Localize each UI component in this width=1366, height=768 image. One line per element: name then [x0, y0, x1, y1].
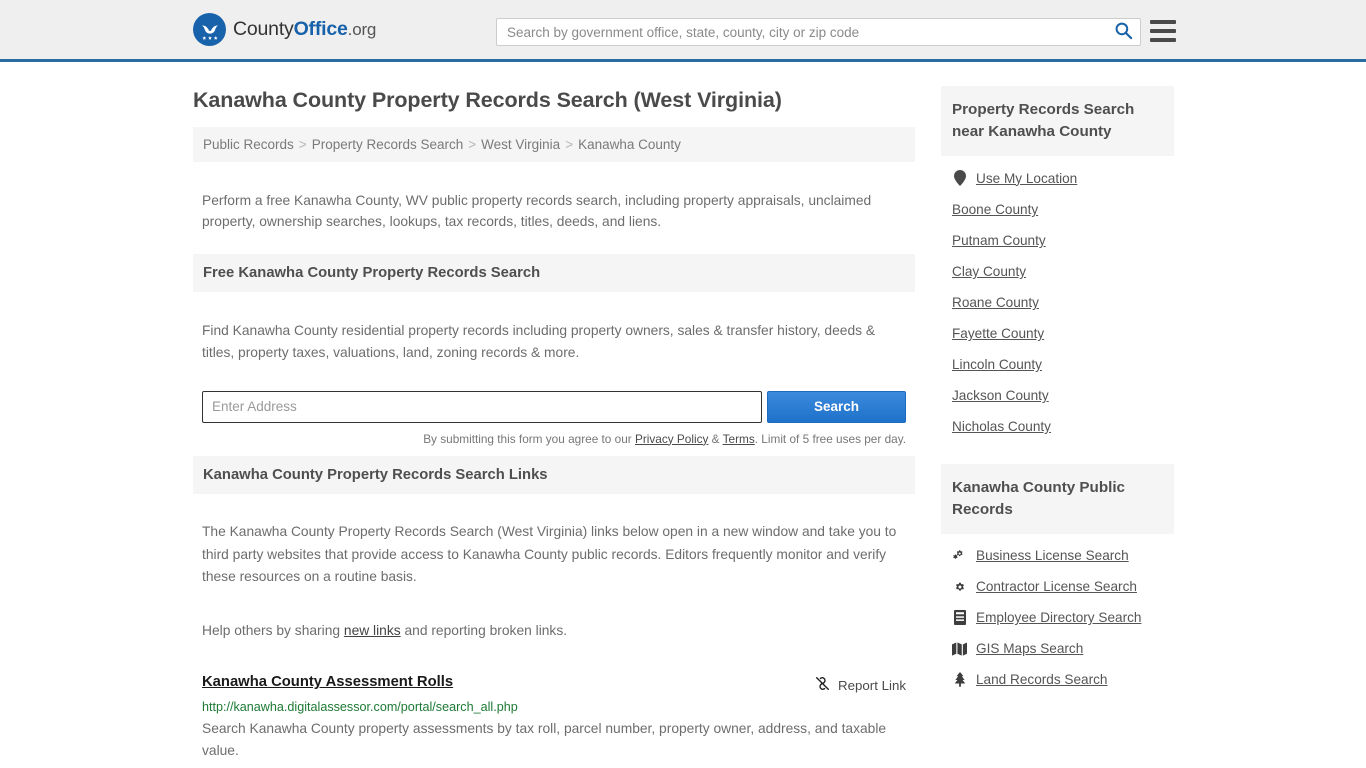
- site-logo-text: CountyOffice.org: [233, 18, 376, 41]
- sidebar-link-label[interactable]: Land Records Search: [976, 672, 1107, 687]
- hamburger-menu-icon[interactable]: [1150, 20, 1176, 42]
- sidebar-link-label[interactable]: Jackson County: [952, 388, 1049, 403]
- terms-link[interactable]: Terms: [723, 432, 755, 446]
- list-item: Kanawha County Assessment Rolls Report L…: [202, 660, 906, 768]
- sidebar-item-putnam-county[interactable]: Putnam County: [941, 225, 1174, 256]
- breadcrumb-separator: >: [565, 137, 573, 152]
- sidebar-link-label[interactable]: Putnam County: [952, 233, 1046, 248]
- sidebar-item-nicholas-county[interactable]: Nicholas County: [941, 411, 1174, 442]
- sidebar-link-label[interactable]: Nicholas County: [952, 419, 1051, 434]
- logo-text-office: Office: [294, 18, 348, 40]
- public-records-panel: Kanawha County Public Records Business L…: [941, 464, 1174, 695]
- share-links-suffix: and reporting broken links.: [401, 623, 567, 638]
- legal-amp: &: [708, 432, 722, 446]
- cog-icon: [952, 580, 967, 594]
- search-icon: [1114, 21, 1133, 43]
- free-search-description: Find Kanawha County residential property…: [193, 306, 915, 369]
- address-input[interactable]: [202, 391, 762, 423]
- address-search-button[interactable]: Search: [767, 391, 906, 423]
- cogs-icon: [952, 549, 967, 563]
- sidebar-item-clay-county[interactable]: Clay County: [941, 256, 1174, 287]
- hamburger-bar: [1150, 38, 1176, 42]
- link-header-row: Kanawha County Assessment Rolls Report L…: [202, 674, 906, 695]
- search-input[interactable]: [497, 19, 1106, 45]
- search-submit-button[interactable]: [1106, 19, 1140, 45]
- sidebar-item-gis-maps-search[interactable]: GIS Maps Search: [941, 633, 1174, 664]
- site-logo[interactable]: CountyOffice.org: [193, 13, 376, 46]
- page-container: Kanawha County Property Records Search (…: [0, 62, 1366, 768]
- resource-description: Search Kanawha County property assessmen…: [202, 718, 906, 762]
- global-search-bar[interactable]: [496, 18, 1141, 46]
- sidebar-link-label[interactable]: Employee Directory Search: [976, 610, 1141, 625]
- sidebar-link-label[interactable]: Lincoln County: [952, 357, 1042, 372]
- nearby-search-panel: Property Records Search near Kanawha Cou…: [941, 86, 1174, 442]
- resource-url: http://kanawha.digitalassessor.com/porta…: [202, 700, 906, 714]
- map-pin-icon: [952, 170, 967, 186]
- site-header: CountyOffice.org: [0, 0, 1366, 62]
- page-intro-text: Perform a free Kanawha County, WV public…: [193, 176, 915, 241]
- resource-title-link[interactable]: Kanawha County Assessment Rolls: [202, 674, 453, 690]
- hamburger-bar: [1150, 29, 1176, 33]
- share-links-text: Help others by sharing new links and rep…: [193, 606, 915, 646]
- nearby-search-heading: Property Records Search near Kanawha Cou…: [941, 86, 1174, 156]
- public-records-heading: Kanawha County Public Records: [941, 464, 1174, 534]
- resource-link-list: Kanawha County Assessment Rolls Report L…: [193, 660, 915, 768]
- sidebar-item-lincoln-county[interactable]: Lincoln County: [941, 349, 1174, 380]
- sidebar-item-land-records-search[interactable]: Land Records Search: [941, 664, 1174, 695]
- sidebar-item-jackson-county[interactable]: Jackson County: [941, 380, 1174, 411]
- sidebar-item-roane-county[interactable]: Roane County: [941, 287, 1174, 318]
- sidebar-link-label[interactable]: Boone County: [952, 202, 1038, 217]
- logo-text-org: .org: [348, 20, 377, 39]
- breadcrumb: Public Records > Property Records Search > W…: [193, 127, 915, 162]
- page-title: Kanawha County Property Records Search (…: [193, 88, 915, 113]
- breadcrumb-item-west-virginia[interactable]: West Virginia: [481, 137, 560, 152]
- sidebar-link-label[interactable]: Use My Location: [976, 171, 1077, 186]
- breadcrumb-separator: >: [468, 137, 476, 152]
- sidebar-link-label[interactable]: Clay County: [952, 264, 1026, 279]
- legal-suffix: . Limit of 5 free uses per day.: [755, 432, 906, 446]
- sidebar-item-business-license-search[interactable]: Business License Search: [941, 540, 1174, 571]
- breadcrumb-item-public-records[interactable]: Public Records: [203, 137, 294, 152]
- sidebar-item-fayette-county[interactable]: Fayette County: [941, 318, 1174, 349]
- eagle-stars-icon: [193, 13, 226, 46]
- legal-prefix: By submitting this form you agree to our: [423, 432, 635, 446]
- sidebar-link-label[interactable]: Business License Search: [976, 548, 1129, 563]
- sidebar-item-boone-county[interactable]: Boone County: [941, 194, 1174, 225]
- tree-icon: [952, 672, 967, 687]
- sidebar-link-label[interactable]: Roane County: [952, 295, 1039, 310]
- search-links-heading: Kanawha County Property Records Search L…: [193, 456, 915, 494]
- sidebar-item-contractor-license-search[interactable]: Contractor License Search: [941, 571, 1174, 602]
- breadcrumb-item-property-records-search[interactable]: Property Records Search: [312, 137, 464, 152]
- report-link-button[interactable]: Report Link: [814, 674, 906, 695]
- main-content: Kanawha County Property Records Search (…: [193, 62, 915, 768]
- public-records-list: Business License Search Contractor Licen…: [941, 534, 1174, 695]
- map-icon: [952, 642, 967, 656]
- sidebar-item-use-my-location[interactable]: Use My Location: [941, 162, 1174, 194]
- address-search-form: Search: [193, 383, 915, 423]
- new-links-link[interactable]: new links: [344, 623, 401, 638]
- form-legal-notice: By submitting this form you agree to our…: [193, 423, 915, 446]
- broken-link-icon: [814, 675, 831, 695]
- breadcrumb-separator: >: [299, 137, 307, 152]
- share-links-prefix: Help others by sharing: [202, 623, 344, 638]
- sidebar-link-label[interactable]: Fayette County: [952, 326, 1044, 341]
- sidebar-link-label[interactable]: Contractor License Search: [976, 579, 1137, 594]
- hamburger-bar: [1150, 20, 1176, 24]
- sidebar-link-label[interactable]: GIS Maps Search: [976, 641, 1083, 656]
- report-link-label: Report Link: [838, 678, 906, 693]
- free-search-heading: Free Kanawha County Property Records Sea…: [193, 254, 915, 292]
- sidebar: Property Records Search near Kanawha Cou…: [941, 62, 1174, 717]
- nearby-county-list: Use My Location Boone County Putnam Coun…: [941, 156, 1174, 442]
- search-links-description: The Kanawha County Property Records Sear…: [193, 507, 915, 592]
- logo-text-county: County: [233, 18, 294, 40]
- privacy-policy-link[interactable]: Privacy Policy: [635, 432, 708, 446]
- sidebar-item-employee-directory-search[interactable]: Employee Directory Search: [941, 602, 1174, 633]
- building-list-icon: [952, 610, 967, 625]
- breadcrumb-item-kanawha-county[interactable]: Kanawha County: [578, 137, 681, 152]
